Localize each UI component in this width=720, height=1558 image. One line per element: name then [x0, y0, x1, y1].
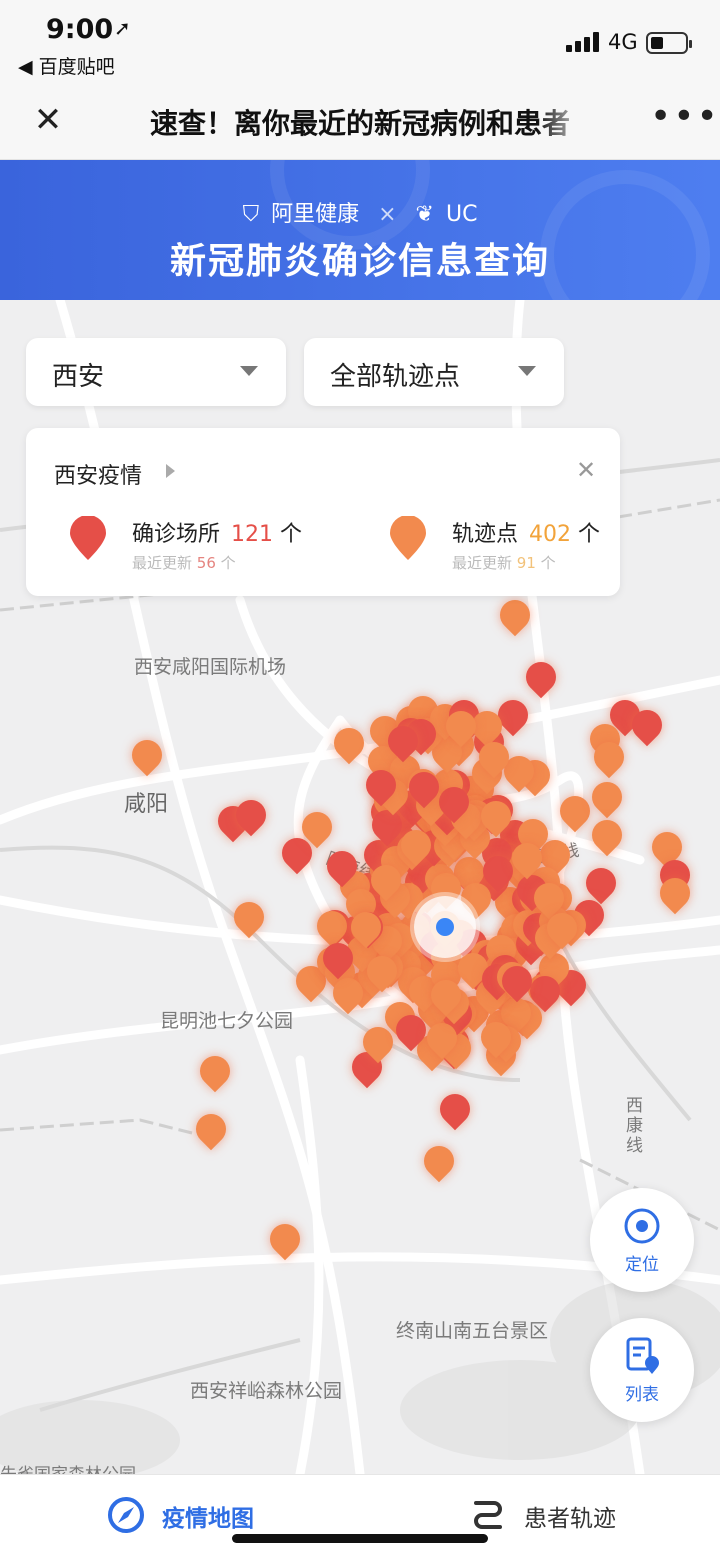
- app-root: 9:00 ➚ ◀ 百度贴吧 4G ✕ 速查！离你最近的新冠病例和患者 ••• ⛉…: [0, 0, 720, 1558]
- confirmed-recent: 最近更新 56 个: [132, 552, 236, 573]
- place-kunming-lake: 昆明池七夕公园: [160, 1010, 294, 1032]
- trail-count: 402: [529, 522, 572, 547]
- header-banner: ⛉ 阿里健康 × ❦ UC 新冠肺炎确诊信息查询: [0, 160, 720, 300]
- brand-alihealth: 阿里健康: [271, 202, 360, 227]
- squirrel-logo-icon: ❦: [415, 202, 434, 227]
- confirmed-count: 121: [231, 522, 274, 547]
- point-type-select[interactable]: 全部轨迹点: [304, 338, 564, 406]
- confirmed-label: 确诊场所: [132, 522, 221, 547]
- place-xiangyu: 西安祥峪森林公园: [190, 1380, 343, 1402]
- trail-recent-unit: 个: [540, 554, 556, 572]
- confirmed-label-row: 确诊场所 121 个: [132, 516, 302, 548]
- more-options-icon[interactable]: •••: [650, 96, 720, 137]
- list-button[interactable]: 列表: [590, 1318, 694, 1422]
- battery-icon: [646, 32, 692, 54]
- back-to-app-link[interactable]: ◀ 百度贴吧: [18, 52, 115, 79]
- nav-bar: ✕ 速查！离你最近的新冠病例和患者 •••: [0, 80, 720, 160]
- caret-down-icon: [518, 366, 536, 376]
- tab-epidemic-map[interactable]: 疫情地图: [106, 1493, 276, 1537]
- page-title: 速查！离你最近的新冠病例和患者: [150, 107, 571, 140]
- place-zhongnan: 终南山南五台景区: [396, 1320, 549, 1342]
- trail-recent: 最近更新 91 个: [452, 552, 556, 573]
- confirmed-recent-count: 56: [196, 554, 216, 572]
- trail-label: 轨迹点: [452, 522, 519, 547]
- confirmed-unit: 个: [280, 522, 303, 547]
- list-label: 列表: [625, 1385, 659, 1405]
- locate-label: 定位: [625, 1255, 659, 1275]
- trail-unit: 个: [578, 522, 601, 547]
- close-icon[interactable]: ✕: [576, 456, 596, 484]
- compass-icon: [108, 1497, 144, 1533]
- home-indicator: [232, 1534, 488, 1543]
- rail-label: 西康线: [626, 1096, 643, 1156]
- caret-down-icon: [240, 366, 258, 376]
- banner-title: 新冠肺炎确诊信息查询: [169, 241, 550, 282]
- tab-patient-trail[interactable]: 患者轨迹: [470, 1493, 640, 1537]
- crosshair-icon: [624, 1208, 660, 1244]
- point-type-value: 全部轨迹点: [330, 362, 461, 392]
- brand-uc: UC: [445, 202, 478, 227]
- chevron-right-icon[interactable]: [166, 464, 175, 478]
- tab-map-label: 疫情地图: [162, 1506, 254, 1532]
- shield-logo-icon: ⛉: [242, 202, 260, 227]
- trail-pin-icon: [390, 516, 426, 560]
- confirmed-pin-icon: [70, 516, 106, 560]
- summary-card: 西安疫情 ✕ 确诊场所 121 个 最近更新 56 个 轨迹点 402 个 最近…: [26, 428, 620, 596]
- network-type: 4G: [608, 30, 638, 54]
- my-location-dot: [414, 896, 476, 958]
- route-icon: [474, 1501, 502, 1529]
- signal-icon: [566, 32, 602, 52]
- brand-separator: ×: [378, 202, 397, 227]
- place-xianyang: 咸阳: [124, 792, 169, 817]
- place-airport: 西安咸阳国际机场: [134, 656, 287, 678]
- status-bar: 9:00 ➚ ◀ 百度贴吧 4G: [0, 0, 720, 80]
- locate-button[interactable]: 定位: [590, 1188, 694, 1292]
- trail-recent-label: 最近更新: [452, 554, 513, 572]
- confirmed-recent-unit: 个: [220, 554, 236, 572]
- list-doc-icon: [626, 1337, 659, 1374]
- city-select-value: 西安: [52, 362, 105, 392]
- status-time: 9:00: [46, 14, 114, 45]
- confirmed-recent-label: 最近更新: [132, 554, 193, 572]
- brand-row: ⛉ 阿里健康 × ❦ UC: [0, 196, 720, 228]
- bottom-tab-bar: 疫情地图 患者轨迹: [0, 1474, 720, 1558]
- trail-recent-count: 91: [516, 554, 536, 572]
- close-icon[interactable]: ✕: [30, 102, 66, 138]
- tab-trail-label: 患者轨迹: [524, 1506, 616, 1532]
- summary-title[interactable]: 西安疫情: [54, 458, 142, 490]
- city-select[interactable]: 西安: [26, 338, 286, 406]
- trail-label-row: 轨迹点 402 个: [452, 516, 600, 548]
- location-arrow-icon: ➚: [114, 16, 131, 40]
